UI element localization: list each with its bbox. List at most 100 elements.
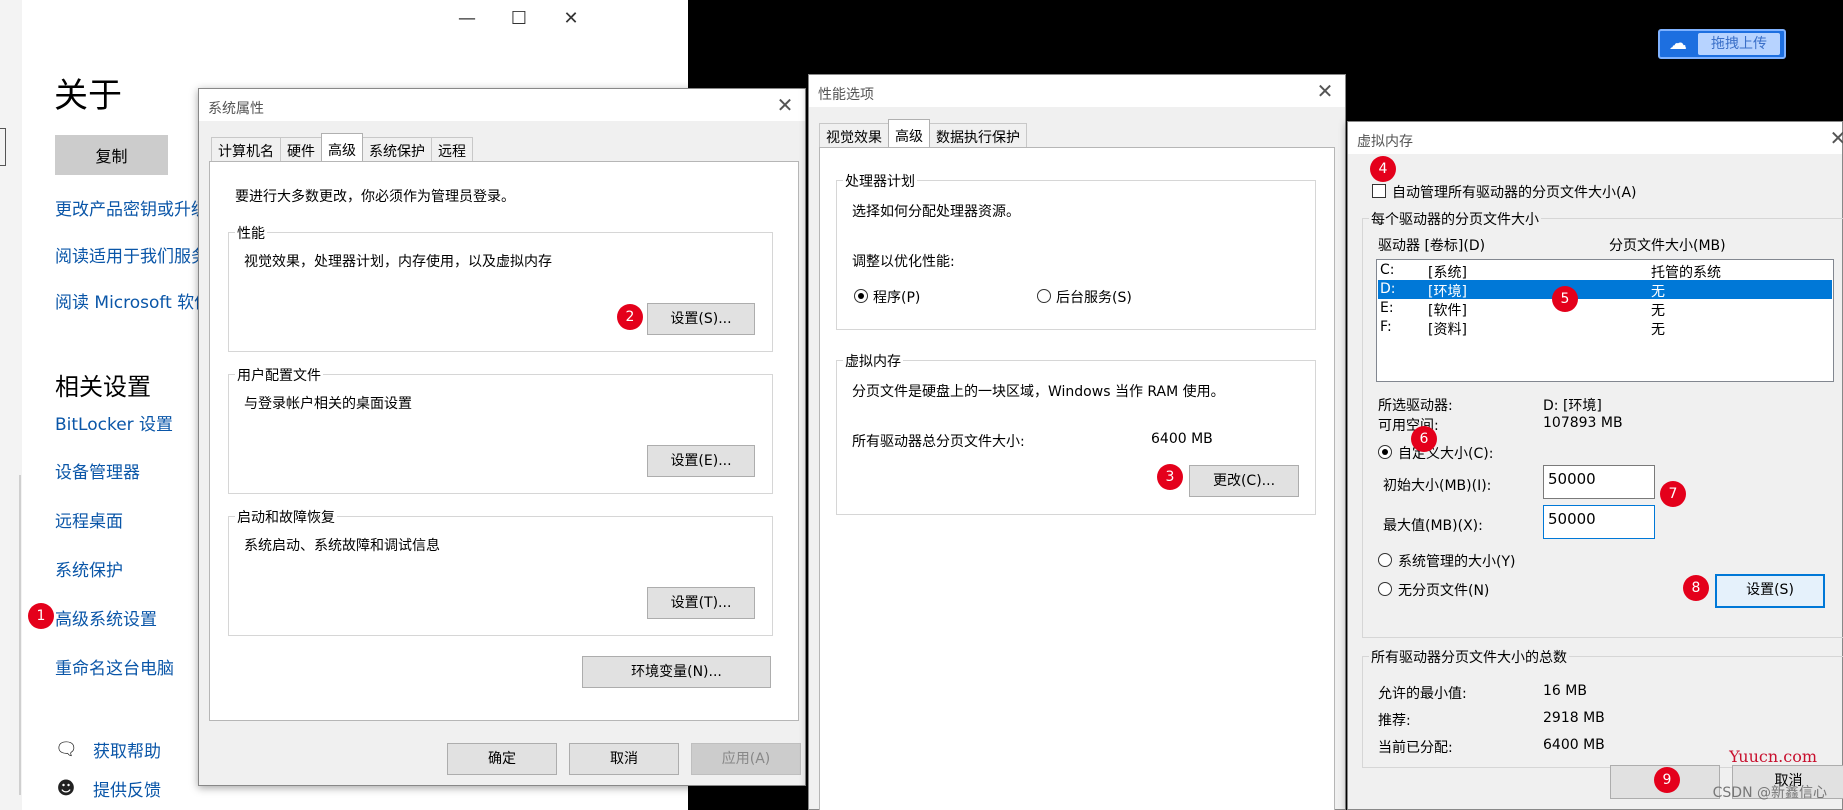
related-settings-heading: 相关设置: [55, 373, 151, 401]
set-button[interactable]: 设置(S): [1715, 574, 1825, 608]
get-help-link[interactable]: 🗨 获取帮助: [55, 737, 161, 763]
close-icon[interactable]: ✕: [556, 8, 586, 29]
tab-visual-effects[interactable]: 视觉效果: [819, 123, 889, 147]
system-managed-radio[interactable]: [1378, 553, 1392, 567]
tab-bar: 视觉效果 高级 数据执行保护: [819, 119, 1027, 147]
max-size-label: 最大值(MB)(X):: [1383, 518, 1483, 534]
min-allowed-value: 16 MB: [1543, 683, 1587, 699]
cloud-icon: ☁: [1669, 33, 1687, 54]
optimize-label: 调整以优化性能:: [852, 254, 955, 270]
drive-letter: F:: [1380, 319, 1392, 335]
background-services-label: 后台服务(S): [1056, 290, 1132, 306]
apply-button[interactable]: 应用(A): [691, 743, 801, 775]
per-drive-group: 每个驱动器的分页文件大小 驱动器 [卷标](D) 分页文件大小(MB) C: […: [1362, 209, 1843, 638]
dialog-title: 虚拟内存: [1348, 122, 1842, 154]
rename-pc-link[interactable]: 重命名这台电脑: [55, 654, 174, 679]
ok-button[interactable]: 确定: [447, 743, 557, 775]
performance-label: 性能: [235, 223, 267, 243]
system-protection-link[interactable]: 系统保护: [55, 556, 123, 581]
copy-button[interactable]: 复制: [55, 135, 168, 175]
tab-computer-name[interactable]: 计算机名: [211, 137, 281, 161]
minimize-icon[interactable]: —: [452, 8, 482, 29]
drag-upload-widget[interactable]: ☁ 拖拽上传: [1658, 29, 1786, 59]
step-badge-1: 1: [28, 603, 54, 629]
environment-variables-button[interactable]: 环境变量(N)...: [582, 656, 771, 688]
drive-letter: C:: [1380, 262, 1395, 278]
drive-list[interactable]: C: [系统] 托管的系统 D: [环境] 无 E: [软件] 无 F: [资料…: [1376, 259, 1834, 382]
advanced-tab-panel: 要进行大多数更改，你必须作为管理员登录。 性能 视觉效果，处理器计划，内存使用，…: [209, 161, 799, 721]
recommended-label: 推荐:: [1378, 713, 1411, 729]
initial-size-input[interactable]: 50000: [1543, 465, 1655, 499]
no-paging-file-radio[interactable]: [1378, 582, 1392, 596]
max-size-input[interactable]: 50000: [1543, 505, 1655, 539]
programs-label: 程序(P): [873, 290, 921, 306]
change-button[interactable]: 更改(C)...: [1189, 465, 1299, 497]
per-drive-label: 每个驱动器的分页文件大小: [1369, 209, 1541, 229]
selected-drive-value: D: [环境]: [1543, 398, 1602, 414]
background-window-edge: [0, 0, 22, 810]
tab-bar: 计算机名 硬件 高级 系统保护 远程: [211, 133, 473, 161]
tab-advanced[interactable]: 高级: [321, 133, 363, 161]
startup-recovery-label: 启动和故障恢复: [235, 507, 337, 527]
user-profiles-settings-button[interactable]: 设置(E)...: [647, 445, 755, 477]
service-agreement-link[interactable]: 阅读适用于我们服务: [55, 242, 208, 267]
processor-scheduling-label: 处理器计划: [843, 171, 917, 191]
total-paging-size-value: 6400 MB: [1151, 431, 1213, 447]
cancel-button[interactable]: 取消: [569, 743, 679, 775]
close-icon[interactable]: ✕: [1313, 79, 1337, 103]
step-badge-2: 2: [617, 304, 643, 330]
processor-desc: 选择如何分配处理器资源。: [852, 204, 1020, 220]
drive-row-c[interactable]: C: [系统] 托管的系统: [1378, 261, 1832, 281]
drive-letter: E:: [1380, 300, 1394, 316]
total-paging-size-label: 所有驱动器总分页文件大小:: [852, 434, 1025, 450]
maximize-icon[interactable]: ☐: [504, 8, 534, 29]
step-badge-4: 4: [1370, 156, 1396, 182]
custom-size-radio[interactable]: [1378, 445, 1392, 459]
drive-row-f[interactable]: F: [资料] 无: [1378, 318, 1832, 338]
drive-row-d[interactable]: D: [环境] 无: [1378, 280, 1832, 300]
step-badge-6: 6: [1411, 426, 1437, 452]
dialog-title: 系统属性: [199, 89, 805, 121]
advanced-tab-panel: 处理器计划 选择如何分配处理器资源。 调整以优化性能: 程序(P) 后台服务(S…: [819, 147, 1335, 810]
virtual-memory-dialog: 虚拟内存 ✕ 自动管理所有驱动器的分页文件大小(A) 每个驱动器的分页文件大小 …: [1347, 121, 1843, 810]
step-badge-7: 7: [1660, 481, 1686, 507]
drive-letter: D:: [1380, 281, 1396, 297]
device-manager-link[interactable]: 设备管理器: [55, 458, 140, 483]
currently-allocated-value: 6400 MB: [1543, 737, 1605, 753]
advanced-system-settings-link[interactable]: 高级系统设置: [55, 605, 157, 630]
programs-radio[interactable]: [854, 289, 868, 303]
user-profiles-desc: 与登录帐户相关的桌面设置: [244, 396, 412, 412]
totals-label: 所有驱动器分页文件大小的总数: [1369, 647, 1569, 667]
drive-column-header: 驱动器 [卷标](D): [1378, 238, 1486, 254]
size-column-header: 分页文件大小(MB): [1609, 238, 1726, 254]
change-product-key-link[interactable]: 更改产品密钥或升级: [55, 195, 208, 220]
performance-settings-button[interactable]: 设置(S)...: [647, 303, 755, 335]
drive-paging-size: 无: [1651, 322, 1665, 338]
drive-paging-size: 托管的系统: [1651, 265, 1721, 281]
tab-hardware[interactable]: 硬件: [280, 137, 322, 161]
startup-recovery-group: 启动和故障恢复 系统启动、系统故障和调试信息 设置(T)...: [228, 507, 773, 636]
remote-desktop-link[interactable]: 远程桌面: [55, 507, 123, 532]
virtual-memory-label: 虚拟内存: [843, 351, 903, 371]
performance-group: 性能 视觉效果，处理器计划，内存使用，以及虚拟内存 设置(S)...: [228, 223, 773, 352]
microsoft-license-link[interactable]: 阅读 Microsoft 软件: [55, 288, 211, 313]
startup-recovery-settings-button[interactable]: 设置(T)...: [647, 587, 755, 619]
selected-drive-label: 所选驱动器:: [1378, 398, 1453, 414]
tab-remote[interactable]: 远程: [431, 137, 473, 161]
bitlocker-link[interactable]: BitLocker 设置: [55, 410, 173, 435]
tab-data-execution-prevention[interactable]: 数据执行保护: [929, 123, 1027, 147]
performance-desc: 视觉效果，处理器计划，内存使用，以及虚拟内存: [244, 254, 552, 270]
background-services-radio[interactable]: [1037, 289, 1051, 303]
tab-system-protection[interactable]: 系统保护: [362, 137, 432, 161]
page-title: 关于: [54, 76, 122, 116]
close-icon[interactable]: ✕: [1826, 126, 1843, 150]
feedback-link[interactable]: ☻ 提供反馈: [55, 776, 161, 802]
drive-paging-size: 无: [1651, 284, 1665, 300]
system-properties-dialog: 系统属性 ✕ 计算机名 硬件 高级 系统保护 远程 要进行大多数更改，你必须作为…: [198, 88, 806, 786]
tab-advanced[interactable]: 高级: [888, 119, 930, 147]
dialog-title: 性能选项: [809, 75, 1345, 107]
close-icon[interactable]: ✕: [773, 93, 797, 117]
csdn-watermark: CSDN @新鑫信心: [1712, 785, 1827, 801]
drive-row-e[interactable]: E: [软件] 无: [1378, 299, 1832, 319]
auto-manage-checkbox[interactable]: [1372, 184, 1386, 198]
